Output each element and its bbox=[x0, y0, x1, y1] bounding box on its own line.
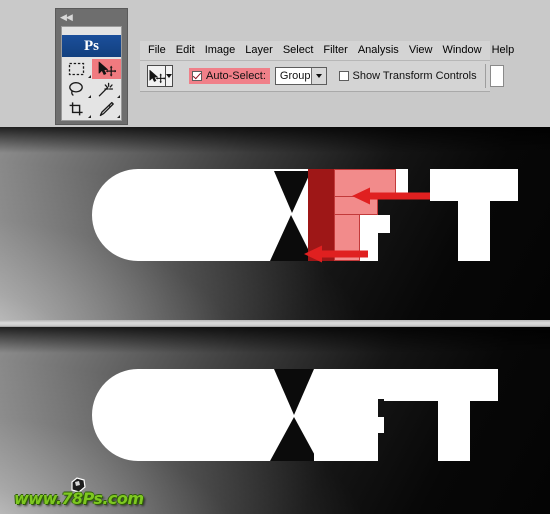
tool-eyedropper[interactable] bbox=[92, 99, 122, 119]
options-bar-tail bbox=[484, 64, 504, 88]
menu-item-image[interactable]: Image bbox=[205, 41, 243, 60]
show-transform-controls-group[interactable]: Show Transform Controls bbox=[338, 70, 477, 82]
auto-select-label: Auto-Select: bbox=[206, 70, 266, 82]
auto-select-target-dropdown[interactable]: Group bbox=[274, 67, 327, 85]
menu-item-window[interactable]: Window bbox=[442, 41, 488, 60]
tool-flyout-indicator-icon bbox=[87, 115, 91, 118]
canvas-panel-divider bbox=[0, 320, 550, 327]
move-tool-icon bbox=[149, 69, 165, 83]
options-bar: Auto-Select: Group Show Transform Contro… bbox=[140, 60, 504, 92]
options-tail-divider bbox=[484, 64, 486, 88]
tools-panel-body: Ps bbox=[61, 26, 122, 121]
collapse-panel-icon[interactable]: ◀◀ bbox=[60, 11, 80, 25]
tools-panel: ◀◀ Ps bbox=[55, 8, 128, 125]
canvas-background-gradient bbox=[0, 127, 550, 320]
active-tool-button[interactable] bbox=[147, 65, 166, 87]
tool-move[interactable] bbox=[91, 59, 121, 79]
chevron-down-icon bbox=[166, 74, 172, 78]
align-tools-button[interactable] bbox=[489, 65, 504, 87]
menu-item-edit[interactable]: Edit bbox=[176, 41, 202, 60]
tool-flyout-indicator-icon bbox=[87, 95, 91, 98]
menu-item-help[interactable]: Help bbox=[492, 41, 522, 60]
auto-select-checkbox[interactable] bbox=[192, 71, 202, 81]
dropdown-arrow-icon bbox=[310, 68, 326, 84]
menu-bar: File Edit Image Layer Select Filter Anal… bbox=[140, 41, 514, 60]
tool-magic-wand[interactable] bbox=[92, 79, 122, 99]
auto-select-group[interactable]: Auto-Select: bbox=[189, 68, 270, 84]
screenshot-root: ◀◀ Ps File Edit Image Layer Select Filte… bbox=[0, 0, 550, 514]
watermark-text: www.78Ps.com bbox=[14, 489, 144, 508]
tool-crop[interactable] bbox=[62, 99, 92, 119]
tool-flyout-indicator-icon bbox=[117, 95, 120, 98]
menu-item-file[interactable]: File bbox=[148, 41, 173, 60]
tool-lasso[interactable] bbox=[62, 79, 92, 99]
tool-flyout-indicator-icon bbox=[117, 115, 120, 118]
show-transform-controls-label: Show Transform Controls bbox=[352, 70, 477, 82]
tool-preset-picker-button[interactable] bbox=[166, 65, 173, 87]
auto-select-target-value: Group bbox=[279, 70, 311, 82]
tool-marquee[interactable] bbox=[62, 59, 92, 79]
tool-grid bbox=[62, 59, 121, 119]
photoshop-logo: Ps bbox=[62, 35, 121, 57]
site-watermark: www.78Ps.com bbox=[14, 476, 154, 510]
menu-item-filter[interactable]: Filter bbox=[323, 41, 354, 60]
menu-and-options: File Edit Image Layer Select Filter Anal… bbox=[140, 41, 514, 97]
menu-item-analysis[interactable]: Analysis bbox=[358, 41, 406, 60]
before-canvas[interactable] bbox=[0, 127, 550, 320]
after-canvas[interactable]: www.78Ps.com bbox=[0, 327, 550, 514]
photoshop-ui-strip: ◀◀ Ps File Edit Image Layer Select Filte… bbox=[0, 0, 550, 127]
show-transform-controls-checkbox[interactable] bbox=[338, 71, 349, 81]
tool-flyout-indicator-icon bbox=[87, 75, 91, 78]
menu-item-view[interactable]: View bbox=[409, 41, 440, 60]
menu-item-select[interactable]: Select bbox=[283, 41, 321, 60]
menu-item-layer[interactable]: Layer bbox=[245, 41, 280, 60]
